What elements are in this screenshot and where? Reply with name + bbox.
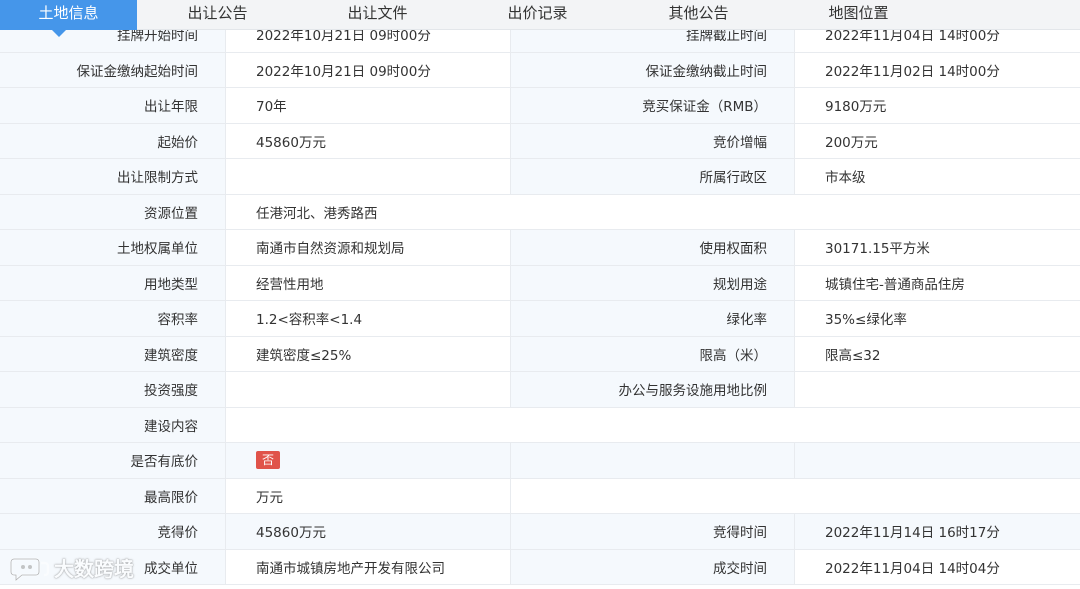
label-land-owner: 土地权属单位 (0, 230, 226, 265)
label-resource-location: 资源位置 (0, 194, 226, 229)
value-office-service-ratio (795, 372, 1080, 407)
label-transfer-restriction: 出让限制方式 (0, 159, 226, 194)
value-winning-time: 2022年11月14日 16时17分 (795, 514, 1080, 549)
label-investment-intensity: 投资强度 (0, 372, 226, 407)
label-starting-price: 起始价 (0, 123, 226, 158)
label-bid-increment: 竞价增幅 (511, 123, 795, 158)
label-bid-deposit: 竞买保证金（RMB） (511, 88, 795, 123)
value-max-price: 万元 (226, 478, 511, 513)
value-land-type: 经营性用地 (226, 265, 511, 300)
label-deposit-end-time: 保证金缴纳截止时间 (511, 52, 795, 87)
table-row: 成交单位 南通市城镇房地产开发有限公司 成交时间 2022年11月04日 14时… (0, 549, 1080, 585)
value-has-reserve-price: 否 (226, 443, 511, 478)
value-construction-content (226, 407, 1080, 442)
tab-bid-records[interactable]: 出价记录 (470, 0, 605, 30)
tab-transfer-documents[interactable]: 出让文件 (310, 0, 445, 30)
value-district: 市本级 (795, 159, 1080, 194)
table-row: 是否有底价 否 (0, 443, 1080, 479)
value-resource-location: 任港河北、港秀路西 (226, 194, 1080, 229)
table-row: 出让年限 70年 竞买保证金（RMB） 9180万元 (0, 88, 1080, 124)
label-deal-time: 成交时间 (511, 549, 795, 584)
value-plot-ratio: 1.2<容积率<1.4 (226, 301, 511, 336)
table-row: 资源位置 任港河北、港秀路西 (0, 194, 1080, 230)
table-row: 建筑密度 建筑密度≤25% 限高（米） 限高≤32 (0, 336, 1080, 372)
value-empty (795, 443, 1080, 478)
tab-map-location[interactable]: 地图位置 (791, 0, 926, 30)
tab-land-info[interactable]: 土地信息 (0, 0, 137, 37)
table-row: 出让限制方式 所属行政区 市本级 (0, 159, 1080, 195)
watermark-text: 大数跨境 (54, 557, 134, 581)
value-deposit-end-time: 2022年11月02日 14时00分 (795, 52, 1080, 87)
label-district: 所属行政区 (511, 159, 795, 194)
value-deal-time: 2022年11月04日 14时04分 (795, 549, 1080, 584)
value-green-ratio: 35%≤绿化率 (795, 301, 1080, 336)
value-transfer-term: 70年 (226, 88, 511, 123)
value-use-area: 30171.15平方米 (795, 230, 1080, 265)
label-land-type: 用地类型 (0, 265, 226, 300)
label-plot-ratio: 容积率 (0, 301, 226, 336)
tab-transfer-notice[interactable]: 出让公告 (150, 0, 285, 30)
label-office-service-ratio: 办公与服务设施用地比例 (511, 372, 795, 407)
table-row: 土地权属单位 南通市自然资源和规划局 使用权面积 30171.15平方米 (0, 230, 1080, 266)
label-height-limit: 限高（米） (511, 336, 795, 371)
watermark: 大数跨境 (10, 553, 134, 582)
value-winning-price: 45860万元 (226, 514, 511, 549)
no-badge: 否 (256, 451, 281, 470)
value-investment-intensity (226, 372, 511, 407)
label-deposit-start-time: 保证金缴纳起始时间 (0, 52, 226, 87)
label-green-ratio: 绿化率 (511, 301, 795, 336)
value-building-density: 建筑密度≤25% (226, 336, 511, 371)
table-row: 建设内容 (0, 407, 1080, 443)
value-height-limit: 限高≤32 (795, 336, 1080, 371)
label-building-density: 建筑密度 (0, 336, 226, 371)
value-deposit-start-time: 2022年10月21日 09时00分 (226, 52, 511, 87)
chat-bubble-icon (10, 557, 50, 581)
table-row: 容积率 1.2<容积率<1.4 绿化率 35%≤绿化率 (0, 301, 1080, 337)
table-row: 投资强度 办公与服务设施用地比例 (0, 372, 1080, 408)
value-bid-deposit: 9180万元 (795, 88, 1080, 123)
label-transfer-term: 出让年限 (0, 88, 226, 123)
table-row: 竞得价 45860万元 竞得时间 2022年11月14日 16时17分 (0, 514, 1080, 550)
label-has-reserve-price: 是否有底价 (0, 443, 226, 478)
table-row: 保证金缴纳起始时间 2022年10月21日 09时00分 保证金缴纳截止时间 2… (0, 52, 1080, 88)
land-info-table: 挂牌开始时间 2022年10月21日 09时00分 挂牌截止时间 2022年11… (0, 17, 1080, 585)
table-row: 最高限价 万元 (0, 478, 1080, 514)
label-construction-content: 建设内容 (0, 407, 226, 442)
label-planned-use: 规划用途 (511, 265, 795, 300)
label-winning-time: 竞得时间 (511, 514, 795, 549)
table-row: 用地类型 经营性用地 规划用途 城镇住宅-普通商品住房 (0, 265, 1080, 301)
value-bid-increment: 200万元 (795, 123, 1080, 158)
label-use-area: 使用权面积 (511, 230, 795, 265)
tab-other-notices[interactable]: 其他公告 (631, 0, 766, 30)
value-starting-price: 45860万元 (226, 123, 511, 158)
label-winning-price: 竞得价 (0, 514, 226, 549)
value-planned-use: 城镇住宅-普通商品住房 (795, 265, 1080, 300)
table-row: 起始价 45860万元 竞价增幅 200万元 (0, 123, 1080, 159)
label-max-price: 最高限价 (0, 478, 226, 513)
value-transfer-restriction (226, 159, 511, 194)
value-land-owner: 南通市自然资源和规划局 (226, 230, 511, 265)
value-buyer: 南通市城镇房地产开发有限公司 (226, 549, 511, 584)
label-empty (511, 443, 795, 478)
tab-bar: 土地信息 出让公告 出让文件 出价记录 其他公告 地图位置 (0, 0, 1080, 37)
